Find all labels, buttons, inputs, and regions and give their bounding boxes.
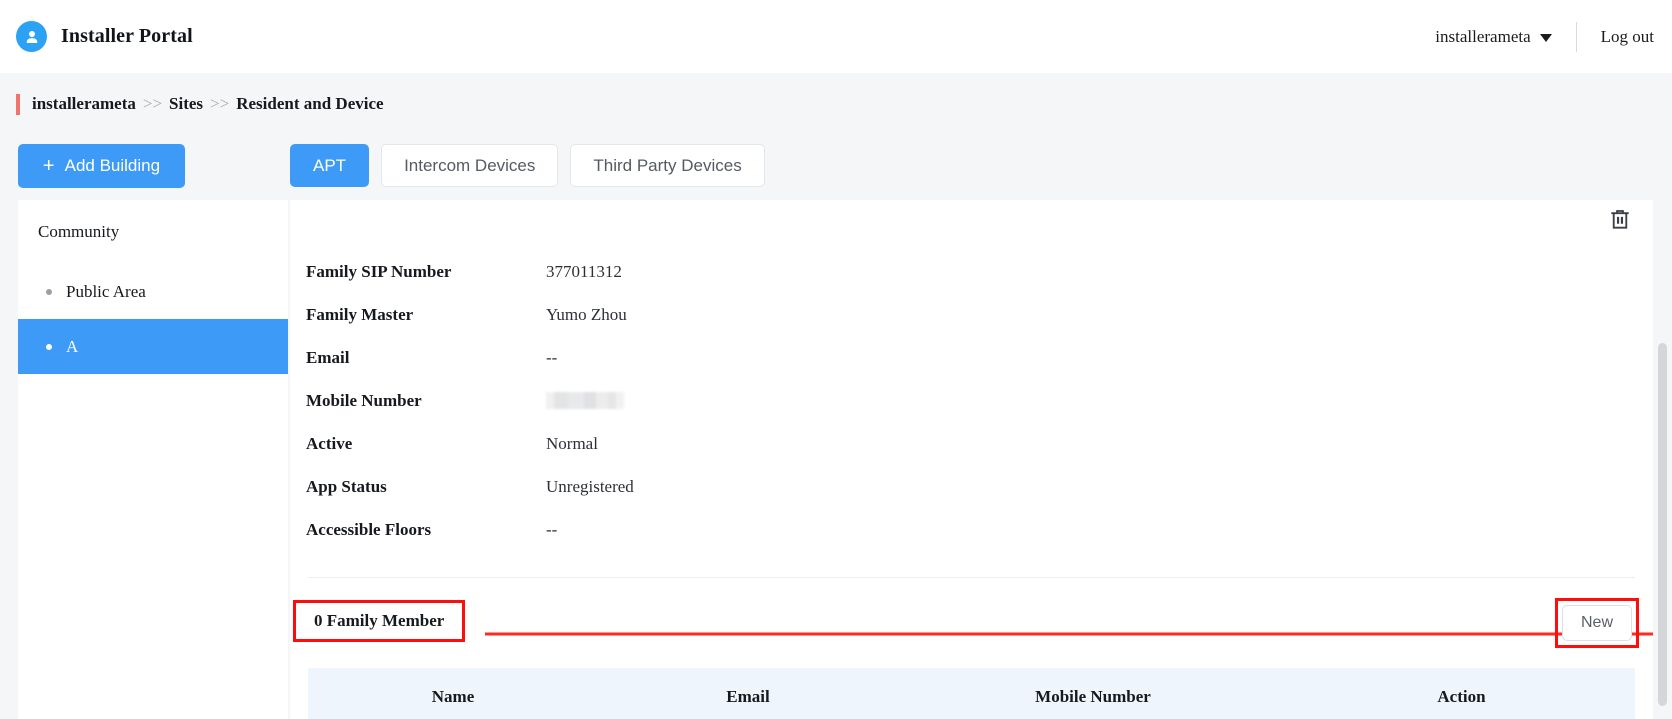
column-header-mobile-number: Mobile Number	[1035, 686, 1151, 706]
family-member-header: 0 Family Member New	[290, 598, 1653, 650]
building-sidebar: Community Public Area A	[18, 200, 288, 719]
bullet-icon	[46, 343, 52, 350]
column-header-email: Email	[726, 686, 770, 706]
sidebar-item-label: Public Area	[66, 281, 146, 301]
column-header-name: Name	[431, 686, 475, 706]
field-app-status: App Status Unregistered	[306, 465, 1653, 508]
app-title: Installer Portal	[61, 25, 193, 47]
field-email: Email --	[306, 336, 1653, 379]
add-building-button[interactable]: + Add Building	[18, 144, 185, 188]
device-tabs: APT Intercom Devices Third Party Devices	[290, 144, 765, 187]
breadcrumb-separator: >>	[142, 94, 163, 113]
resident-detail-panel: Family SIP Number 377011312 Family Maste…	[290, 200, 1653, 719]
breadcrumb-bar: installerameta >> Sites >> Resident and …	[0, 73, 1672, 135]
tab-third-party-devices[interactable]: Third Party Devices	[570, 144, 765, 187]
family-member-count-highlight: 0 Family Member	[293, 600, 466, 642]
sidebar-heading: Community	[38, 222, 120, 241]
field-label: Family SIP Number	[306, 261, 452, 281]
section-divider	[308, 577, 1635, 578]
field-value: Unregistered	[546, 476, 634, 496]
tab-intercom-devices[interactable]: Intercom Devices	[381, 144, 559, 187]
breadcrumb-tick	[16, 93, 20, 115]
add-building-label: Add Building	[64, 156, 161, 175]
field-value: Yumo Zhou	[546, 304, 627, 324]
account-name: installerameta	[1435, 26, 1531, 46]
resident-fields: Family SIP Number 377011312 Family Maste…	[290, 244, 1653, 551]
field-mobile-number: Mobile Number	[306, 379, 1653, 422]
page-scrollbar-thumb[interactable]	[1658, 343, 1667, 706]
top-bar-right: installerameta Log out	[1435, 21, 1654, 52]
divider	[1575, 21, 1577, 52]
new-button-highlight: New	[1554, 598, 1639, 648]
new-family-member-button[interactable]: New	[1561, 605, 1632, 641]
annotation-arrow	[485, 632, 1653, 636]
field-label: Family Master	[306, 304, 414, 324]
bullet-icon	[46, 288, 52, 295]
top-bar: Installer Portal installerameta Log out	[0, 0, 1672, 73]
brand: Installer Portal	[16, 21, 193, 52]
field-family-master: Family Master Yumo Zhou	[306, 293, 1653, 336]
field-label: Accessible Floors	[306, 519, 432, 539]
column-header-action: Action	[1437, 686, 1486, 706]
breadcrumb-separator: >>	[210, 94, 230, 113]
breadcrumb: installerameta >> Sites >> Resident and …	[16, 93, 384, 115]
family-member-count: 0 Family Member	[314, 611, 445, 630]
redacted-value	[546, 392, 624, 409]
field-family-sip-number: Family SIP Number 377011312	[306, 250, 1653, 293]
family-member-table: Name Email Mobile Number Action	[308, 668, 1635, 719]
field-value: Normal	[546, 433, 598, 453]
logout-button[interactable]: Log out	[1601, 27, 1654, 47]
trash-icon[interactable]	[1607, 206, 1633, 232]
breadcrumb-item-resident-and-device: Resident and Device	[236, 94, 384, 113]
breadcrumb-item-sites[interactable]: Sites	[169, 94, 203, 114]
sidebar-item-public-area[interactable]: Public Area	[18, 264, 288, 319]
field-label: Email	[306, 347, 350, 367]
plus-icon: +	[42, 155, 55, 177]
user-avatar-icon	[16, 21, 47, 52]
breadcrumb-item-installerameta[interactable]: installerameta	[32, 94, 136, 114]
account-menu[interactable]: installerameta	[1435, 26, 1552, 47]
tab-apt[interactable]: APT	[290, 144, 370, 187]
table-header-row: Name Email Mobile Number Action	[308, 668, 1635, 719]
field-label: Active	[306, 433, 353, 453]
sidebar-item-label: A	[66, 336, 79, 356]
field-active: Active Normal	[306, 422, 1653, 465]
panel-toolbar	[290, 200, 1653, 244]
chevron-down-icon	[1539, 34, 1552, 42]
field-accessible-floors: Accessible Floors --	[306, 508, 1653, 551]
field-label: App Status	[306, 476, 387, 496]
field-label: Mobile Number	[306, 390, 422, 410]
sidebar-item-a[interactable]: A	[18, 319, 288, 374]
field-value: 377011312	[546, 261, 622, 281]
field-value: --	[546, 519, 558, 539]
field-value: --	[546, 347, 558, 367]
